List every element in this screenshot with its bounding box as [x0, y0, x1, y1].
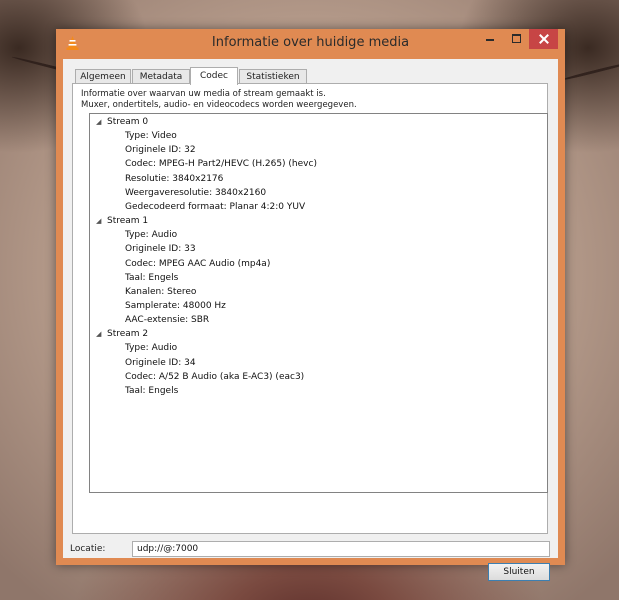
expand-arrow-icon[interactable]: ◢ — [96, 330, 104, 338]
codec-tree[interactable]: ◢ Stream 0 Type: Video Originele ID: 32 Code… — [89, 113, 548, 493]
tree-property[interactable]: Originele ID: 32 — [125, 145, 196, 155]
expand-arrow-icon[interactable]: ◢ — [96, 118, 104, 126]
codec-panel: Informatie over waarvan uw media of stre… — [72, 83, 548, 534]
tree-property[interactable]: Originele ID: 34 — [125, 358, 196, 368]
tree-property[interactable]: Codec: A/52 B Audio (aka E-AC3) (eac3) — [125, 372, 304, 382]
tab-statistieken[interactable]: Statistieken — [239, 69, 307, 84]
stream-label: Stream 1 — [107, 216, 149, 227]
close-window-button[interactable] — [529, 29, 558, 49]
location-field[interactable]: udp://@:7000 — [132, 541, 550, 557]
tree-property[interactable]: Originele ID: 33 — [125, 244, 196, 254]
tree-property[interactable]: AAC-extensie: SBR — [125, 315, 209, 325]
tree-property[interactable]: Resolutie: 3840x2176 — [125, 174, 223, 184]
tree-property[interactable]: Type: Video — [125, 131, 177, 141]
tree-stream-2[interactable]: ◢ Stream 2 — [96, 329, 148, 339]
tree-property[interactable]: Kanalen: Stereo — [125, 287, 196, 297]
info-line-2: Muxer, ondertitels, audio- en videocodec… — [81, 100, 357, 110]
tab-codec[interactable]: Codec — [190, 67, 238, 85]
tree-property[interactable]: Taal: Engels — [125, 386, 178, 396]
tree-property[interactable]: Type: Audio — [125, 343, 177, 353]
tab-algemeen[interactable]: Algemeen — [75, 69, 131, 84]
info-text: Informatie over waarvan uw media of stre… — [81, 89, 357, 111]
stream-label: Stream 0 — [107, 117, 149, 127]
stream-label: Stream 2 — [107, 329, 149, 340]
tree-stream-1[interactable]: ◢ Stream 1 — [96, 216, 148, 226]
tree-property[interactable]: Type: Audio — [125, 230, 177, 240]
tree-property[interactable]: Taal: Engels — [125, 273, 178, 283]
maximize-button[interactable] — [503, 29, 529, 49]
title-bar[interactable]: Informatie over huidige media — [56, 29, 565, 59]
minimize-button[interactable] — [477, 29, 503, 49]
dialog-content: Algemeen Metadata Codec Statistieken Inf… — [63, 59, 558, 581]
tree-property[interactable]: Weergaveresolutie: 3840x2160 — [125, 188, 266, 198]
tree-property[interactable]: Codec: MPEG AAC Audio (mp4a) — [125, 259, 270, 269]
tree-property[interactable]: Samplerate: 48000 Hz — [125, 301, 226, 311]
media-info-dialog: Informatie over huidige media Algemeen M… — [56, 29, 565, 581]
tree-property[interactable]: Gedecodeerd formaat: Planar 4:2:0 YUV — [125, 202, 305, 212]
location-label: Locatie: — [70, 544, 106, 554]
sluiten-button[interactable]: Sluiten — [488, 563, 550, 581]
info-line-1: Informatie over waarvan uw media of stre… — [81, 89, 326, 99]
tab-metadata[interactable]: Metadata — [132, 69, 190, 84]
tree-property[interactable]: Codec: MPEG-H Part2/HEVC (H.265) (hevc) — [125, 159, 317, 169]
expand-arrow-icon[interactable]: ◢ — [96, 217, 104, 225]
tree-stream-0[interactable]: ◢ Stream 0 — [96, 117, 148, 127]
